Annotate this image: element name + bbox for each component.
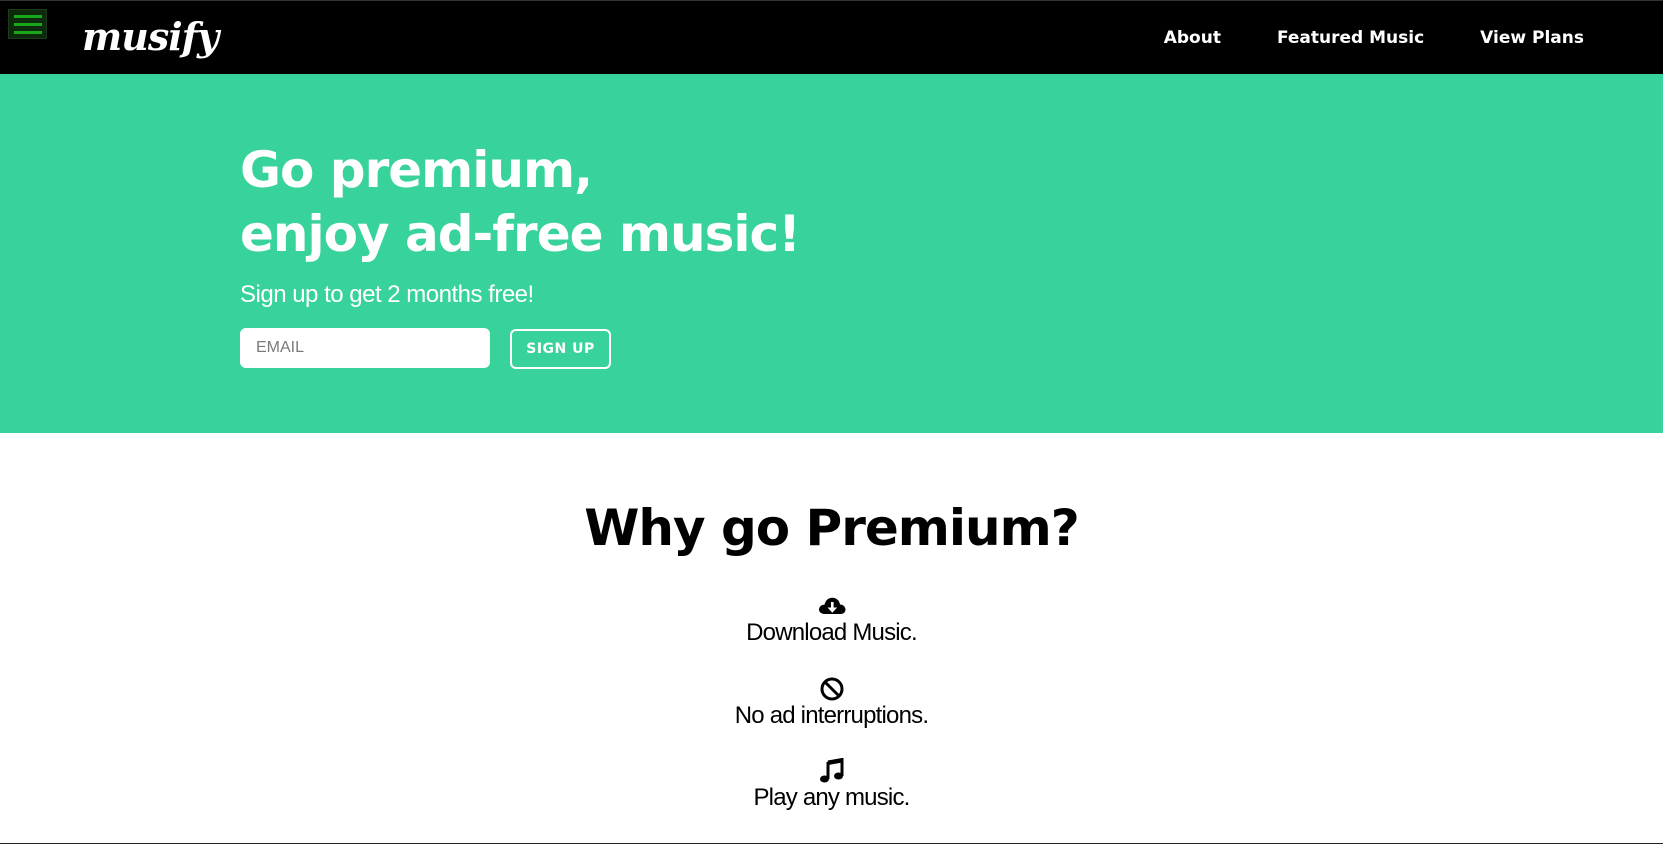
hamburger-menu-icon[interactable] [8,9,47,39]
feature-item: Download Music. [0,593,1663,647]
brand-logo[interactable]: musify [82,15,219,59]
nav-link-view-plans[interactable]: View Plans [1480,28,1584,48]
feature-text: Play any music. [753,784,910,811]
nav-link-about[interactable]: About [1164,28,1221,48]
feature-item: No ad interruptions. [0,676,1663,730]
hero-title-line2: enjoy ad-free music! [240,205,801,263]
hero-title: Go premium, enjoy ad-free music! [240,138,801,266]
ban-icon [820,677,843,701]
hero-title-line1: Go premium, [240,141,593,199]
email-input[interactable] [240,328,490,368]
feature-text: No ad interruptions. [734,702,929,729]
feature-item: Play any music. [0,758,1663,812]
hero-section: Go premium, enjoy ad-free music! Sign up… [0,74,1663,433]
navbar: musify About Featured Music View Plans [0,0,1663,74]
features-title: Why go Premium? [584,499,1079,557]
music-note-icon [819,758,843,783]
hero-subtitle: Sign up to get 2 months free! [240,281,534,308]
feature-text: Download Music. [746,619,918,646]
nav-links: About Featured Music View Plans [1164,1,1663,75]
nav-link-featured-music[interactable]: Featured Music [1277,28,1424,48]
signup-button[interactable]: SIGN UP [510,329,611,369]
cloud-download-icon [818,597,845,614]
